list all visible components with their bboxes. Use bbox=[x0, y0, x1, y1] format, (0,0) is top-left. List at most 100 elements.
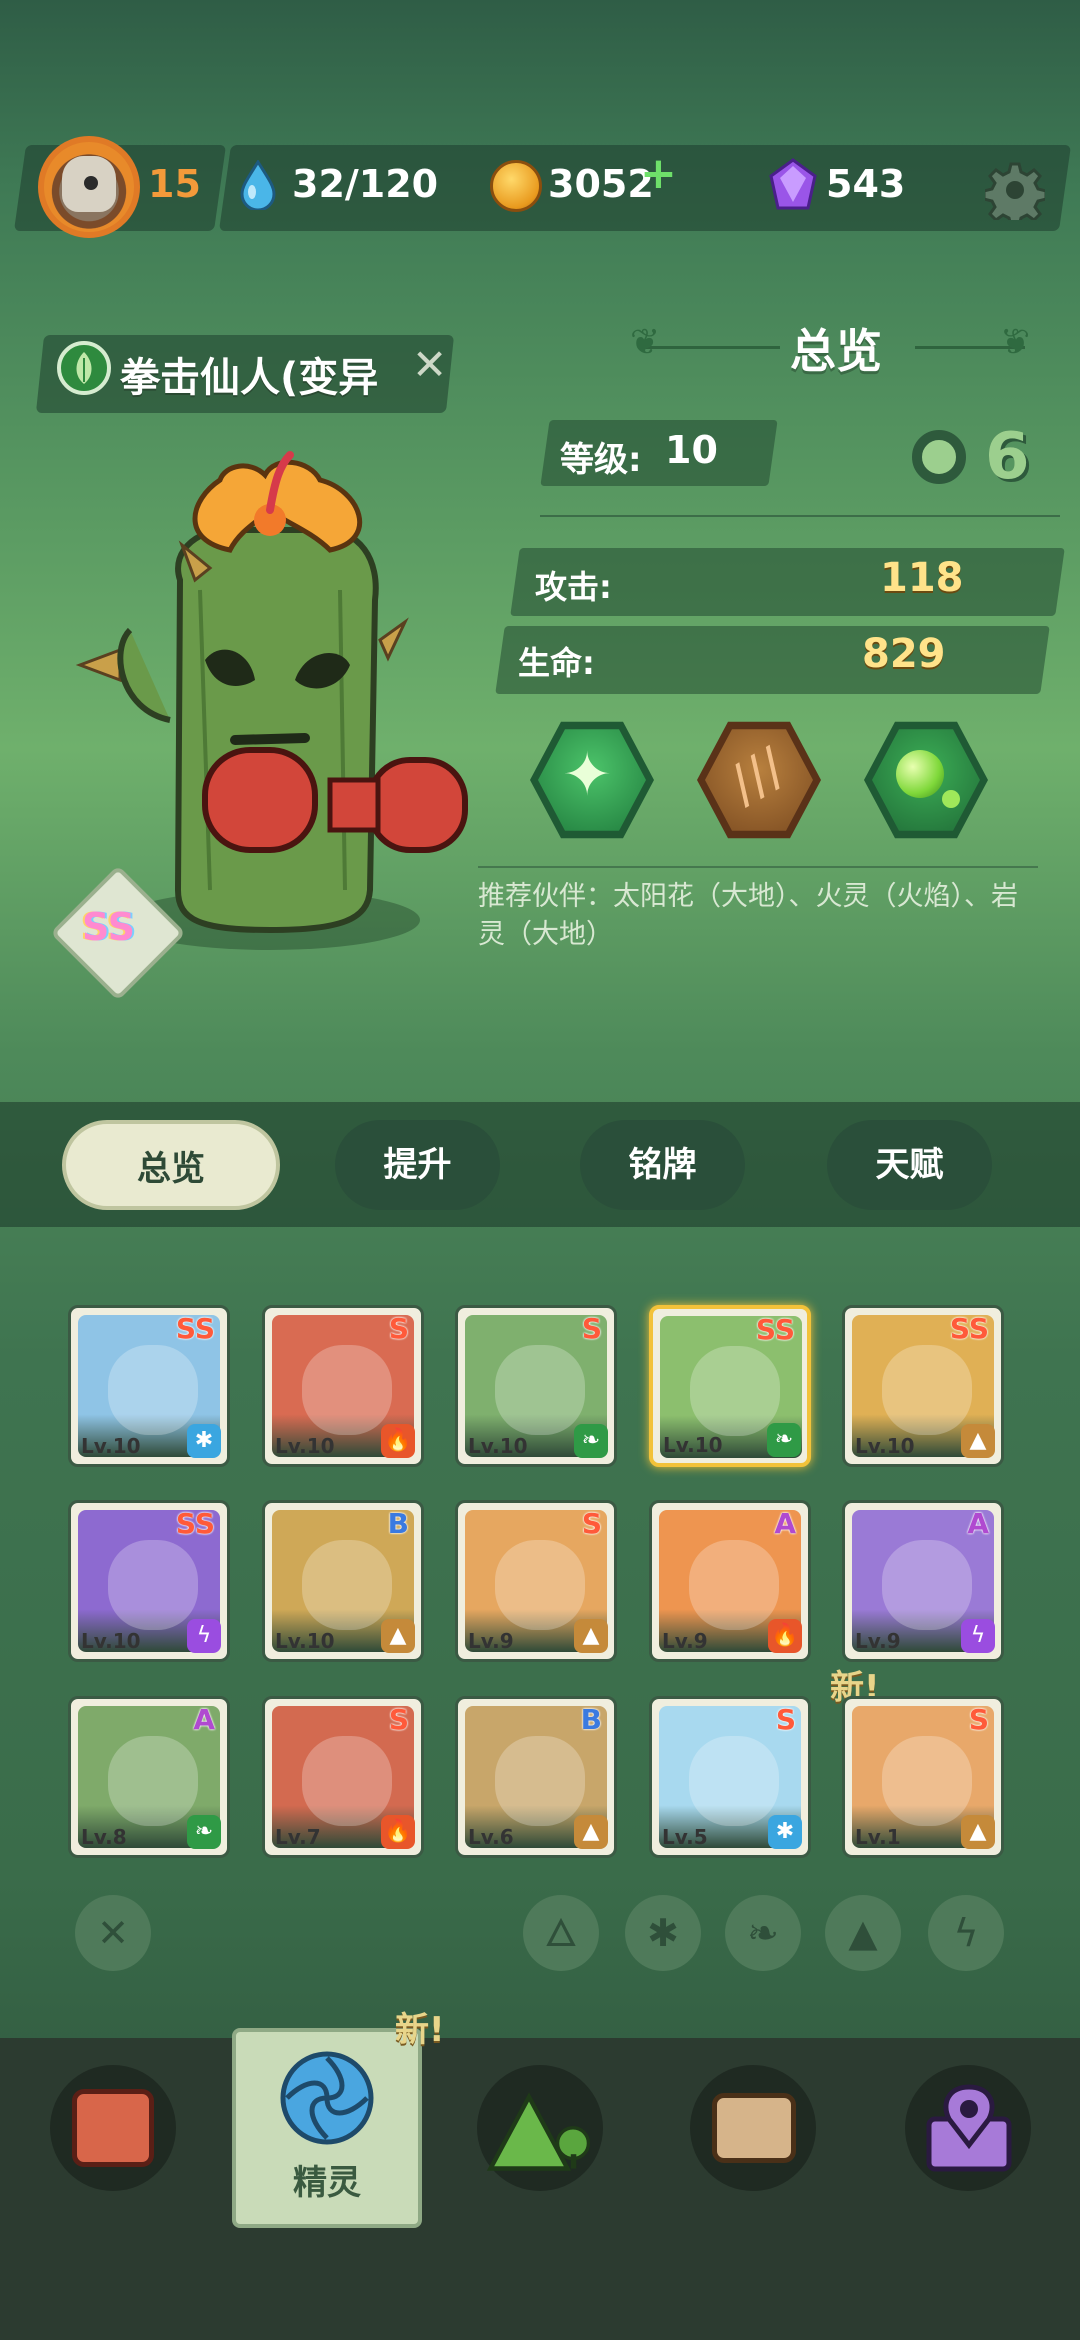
spirit-level: Lv.10 bbox=[275, 1434, 335, 1458]
spirit-rank: S bbox=[968, 1703, 989, 1736]
spirit-card[interactable]: SS Lv.10 ϟ bbox=[68, 1500, 230, 1662]
shop-icon bbox=[72, 2089, 154, 2167]
earth-filter-button[interactable]: ▲ bbox=[825, 1895, 901, 1971]
spirit-card[interactable]: S Lv.10 🔥 bbox=[262, 1305, 424, 1467]
coin-icon bbox=[490, 160, 542, 212]
tab-talent[interactable]: 天赋 bbox=[827, 1120, 992, 1210]
spirit-figure bbox=[495, 1540, 585, 1630]
orb-small-icon bbox=[942, 790, 960, 808]
spirit-figure bbox=[690, 1346, 780, 1436]
spirit-figure bbox=[302, 1736, 392, 1826]
fire-element-icon: 🔥 bbox=[381, 1424, 415, 1458]
leaf-element-icon: ❧ bbox=[574, 1424, 608, 1458]
spirit-card[interactable]: B Lv.6 ▲ bbox=[455, 1696, 617, 1858]
spirit-rank: SS bbox=[949, 1312, 989, 1345]
spirit-rank: SS bbox=[175, 1312, 215, 1345]
add-coins-button[interactable]: + bbox=[640, 148, 677, 199]
leaf-element-icon: ❧ bbox=[767, 1423, 801, 1457]
spirit-card[interactable]: S Lv.9 ▲ bbox=[455, 1500, 617, 1662]
hp-value: 829 bbox=[862, 631, 946, 677]
earth-element-icon: ▲ bbox=[961, 1424, 995, 1458]
spirit-card[interactable]: S Lv.7 🔥 bbox=[262, 1696, 424, 1858]
thunder-element-icon: ϟ bbox=[187, 1619, 221, 1653]
tab-overview[interactable]: 总览 bbox=[62, 1120, 280, 1210]
avatar-eye bbox=[84, 176, 98, 190]
fire-element-icon: 🔥 bbox=[768, 1619, 802, 1653]
attack-label: 攻击: bbox=[535, 568, 612, 606]
spirit-level: Lv.5 bbox=[662, 1825, 708, 1849]
spirit-rank: SS bbox=[175, 1507, 215, 1540]
player-level: 15 bbox=[148, 162, 201, 206]
gem-counter: 543 bbox=[826, 162, 906, 206]
spirit-rank: A bbox=[967, 1507, 989, 1540]
nav-shop-button[interactable] bbox=[50, 2065, 176, 2191]
spirit-rank: B bbox=[387, 1507, 409, 1540]
fire-element-icon: 🔥 bbox=[381, 1815, 415, 1849]
skill-claw-button[interactable]: /// bbox=[697, 721, 821, 839]
leaf-filter-button[interactable]: ❧ bbox=[725, 1895, 801, 1971]
energy-counter: 32/120 bbox=[292, 162, 439, 206]
name-close-icon[interactable]: ✕ bbox=[412, 340, 447, 389]
level-value: 10 bbox=[665, 428, 718, 472]
ornament-right-icon: ❦ bbox=[1000, 322, 1031, 363]
spirit-level: Lv.10 bbox=[81, 1434, 141, 1458]
spirit-card[interactable]: A Lv.9 🔥 bbox=[649, 1500, 811, 1662]
spirit-card[interactable]: S Lv.10 ❧ bbox=[455, 1305, 617, 1467]
nav-inventory-button[interactable] bbox=[690, 2065, 816, 2191]
earth-element-icon: ▲ bbox=[574, 1815, 608, 1849]
spirit-level: Lv.10 bbox=[468, 1434, 528, 1458]
spirit-level: Lv.10 bbox=[855, 1434, 915, 1458]
earth-element-icon: ▲ bbox=[381, 1619, 415, 1653]
spirit-rank: SS bbox=[755, 1313, 795, 1346]
ice-element-icon: ✱ bbox=[768, 1815, 802, 1849]
spirit-card[interactable]: B Lv.10 ▲ bbox=[262, 1500, 424, 1662]
spirit-figure bbox=[689, 1540, 779, 1630]
title-divider-left bbox=[640, 346, 780, 349]
player-avatar[interactable] bbox=[38, 136, 140, 238]
nav-new-badge: 新! bbox=[395, 2010, 445, 2050]
rarity-text: SS bbox=[82, 905, 136, 949]
tab-nameplate[interactable]: 铭牌 bbox=[580, 1120, 745, 1210]
recommended-partners: 推荐伙伴：太阳花（大地）、火灵（火焰）、岩灵（大地） bbox=[478, 881, 1018, 950]
spirit-card[interactable]: S Lv.1 ▲ bbox=[842, 1696, 1004, 1858]
nav-map-button[interactable] bbox=[477, 2065, 603, 2191]
spirit-card[interactable]: SS Lv.10 ▲ bbox=[842, 1305, 1004, 1467]
spirit-figure bbox=[495, 1736, 585, 1826]
spirit-level: Lv.9 bbox=[662, 1629, 708, 1653]
gem-icon bbox=[769, 158, 817, 210]
spirit-figure bbox=[495, 1345, 585, 1435]
spirit-card[interactable]: S Lv.5 ✱ bbox=[649, 1696, 811, 1858]
mountain-icon bbox=[486, 2092, 591, 2171]
fire-filter-button[interactable]: 🜂 bbox=[523, 1895, 599, 1971]
earth-element-icon: ▲ bbox=[961, 1815, 995, 1849]
ice-filter-button[interactable]: ✱ bbox=[625, 1895, 701, 1971]
leaf-element-icon: ❧ bbox=[187, 1815, 221, 1849]
thunder-filter-button[interactable]: ϟ bbox=[928, 1895, 1004, 1971]
spirit-rank: S bbox=[388, 1312, 409, 1345]
nav-spirit-label: 精灵 bbox=[293, 2163, 361, 2203]
spirit-figure bbox=[108, 1540, 198, 1630]
nav-location-button[interactable] bbox=[905, 2065, 1031, 2191]
skill-sparkle-button[interactable]: ✦ bbox=[530, 721, 654, 839]
orb-icon bbox=[896, 750, 944, 798]
tab-upgrade[interactable]: 提升 bbox=[335, 1120, 500, 1210]
spirit-rank: B bbox=[580, 1703, 602, 1736]
settings-gear-icon[interactable] bbox=[985, 160, 1045, 220]
spirit-level: Lv.10 bbox=[275, 1629, 335, 1653]
clear-filter-button[interactable]: ✕ bbox=[75, 1895, 151, 1971]
spirit-card[interactable]: A Lv.9 ϟ bbox=[842, 1500, 1004, 1662]
level-label: 等级: bbox=[560, 440, 642, 480]
spirit-card[interactable]: SS Lv.10 ❧ bbox=[649, 1305, 811, 1467]
skill-orb-button[interactable] bbox=[864, 721, 988, 839]
coin-counter: 3052 bbox=[548, 162, 654, 206]
spirit-level: Lv.7 bbox=[275, 1825, 321, 1849]
location-pin-icon bbox=[926, 2084, 1012, 2172]
spirit-card[interactable]: SS Lv.10 ✱ bbox=[68, 1305, 230, 1467]
spirit-figure bbox=[302, 1345, 392, 1435]
spirit-rank: A bbox=[193, 1703, 215, 1736]
spirit-figure bbox=[108, 1345, 198, 1435]
spirit-figure bbox=[302, 1540, 392, 1630]
spirit-card[interactable]: A Lv.8 ❧ bbox=[68, 1696, 230, 1858]
spirit-level: Lv.9 bbox=[855, 1629, 901, 1653]
spirit-rank: S bbox=[388, 1703, 409, 1736]
